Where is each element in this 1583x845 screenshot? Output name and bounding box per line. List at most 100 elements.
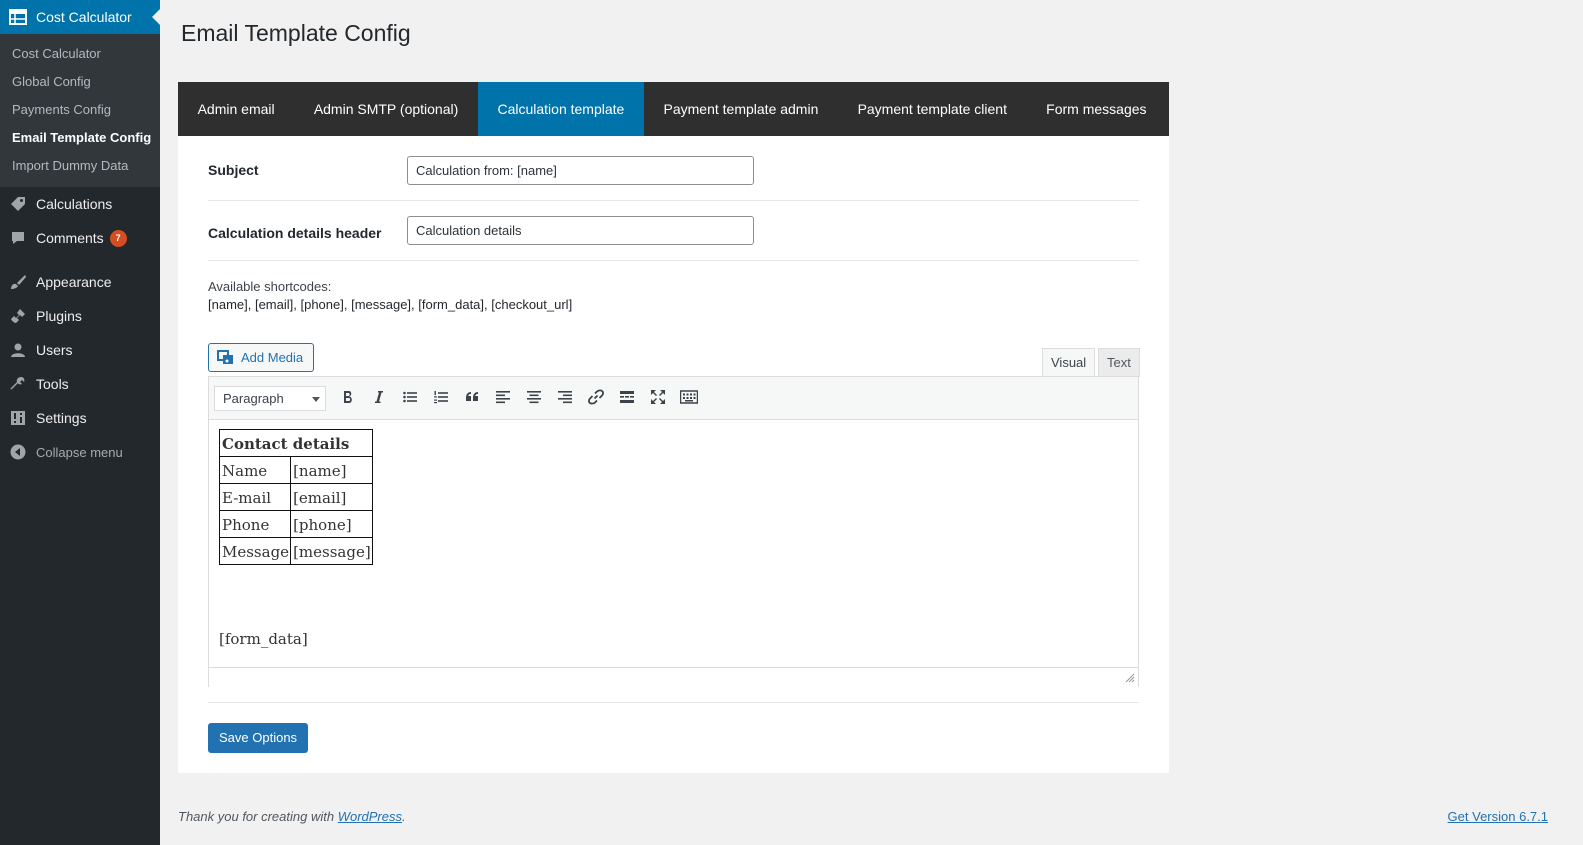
fullscreen-button[interactable] xyxy=(642,383,673,413)
calculator-table-icon xyxy=(0,9,36,25)
user-icon xyxy=(0,342,36,358)
bullet-list-button[interactable] xyxy=(394,383,425,413)
details-header-label: Calculation details header xyxy=(208,225,382,241)
tab-visual[interactable]: Visual xyxy=(1042,348,1096,377)
table-cell-label: Phone xyxy=(218,510,292,538)
table-row: Name [name] xyxy=(218,456,373,484)
get-version-link[interactable]: Get Version 6.7.1 xyxy=(1448,809,1548,824)
add-media-label: Add Media xyxy=(241,350,304,365)
bold-button[interactable] xyxy=(332,383,363,413)
tab-admin-email[interactable]: Admin email xyxy=(178,82,294,136)
format-select-value: Paragraph xyxy=(223,390,284,406)
table-cell-value: [phone] xyxy=(290,510,373,538)
table-cell-value: [email] xyxy=(290,483,373,511)
fullscreen-icon xyxy=(650,389,666,408)
editor-content[interactable]: Contact details Name [name] E-mail [email]… xyxy=(209,420,1138,667)
sidebar-item-comments[interactable]: Comments 7 xyxy=(0,221,160,255)
link-icon xyxy=(587,388,604,408)
bullet-list-icon xyxy=(402,389,418,408)
table-row: Message [message] xyxy=(218,537,373,565)
submenu-payments-config[interactable]: Payments Config xyxy=(0,96,160,124)
comments-count-badge: 7 xyxy=(109,229,127,247)
collapse-arrow-icon xyxy=(0,444,36,460)
table-cell-label: Message xyxy=(218,537,292,565)
read-more-button[interactable] xyxy=(611,383,642,413)
tab-admin-smtp[interactable]: Admin SMTP (optional) xyxy=(294,82,478,136)
sidebar-item-label: Tools xyxy=(36,376,69,392)
add-media-button[interactable]: Add Media xyxy=(208,343,315,372)
link-button[interactable] xyxy=(580,383,611,413)
submenu-import-dummy-data[interactable]: Import Dummy Data xyxy=(0,152,160,180)
blockquote-icon xyxy=(464,389,480,408)
admin-sidebar: Cost Calculator Cost Calculator Global C… xyxy=(0,0,160,845)
editor-toolbar: Paragraph xyxy=(209,377,1138,420)
sidebar-item-users[interactable]: Users xyxy=(0,333,160,367)
footer-thanks-suffix: . xyxy=(402,809,406,824)
submenu-global-config[interactable]: Global Config xyxy=(0,68,160,96)
divider xyxy=(208,702,1139,703)
align-left-button[interactable] xyxy=(487,383,518,413)
sidebar-item-label: Appearance xyxy=(36,274,112,290)
details-header-input[interactable] xyxy=(407,216,754,245)
sidebar-item-cost-calculator-header[interactable]: Cost Calculator xyxy=(0,0,160,34)
table-cell-value: [message] xyxy=(290,537,373,565)
numbered-list-icon xyxy=(433,389,449,408)
align-center-button[interactable] xyxy=(518,383,549,413)
subject-input[interactable] xyxy=(407,156,754,185)
rich-text-editor: Paragraph Contact details Name [name] E-… xyxy=(208,376,1139,688)
divider xyxy=(208,260,1139,261)
table-row: E-mail [email] xyxy=(218,483,373,511)
wordpress-link[interactable]: WordPress xyxy=(338,809,402,824)
table-cell-label: E-mail xyxy=(218,483,292,511)
media-icon xyxy=(217,349,235,366)
align-center-icon xyxy=(526,389,542,408)
bold-icon xyxy=(340,389,356,408)
save-options-button[interactable]: Save Options xyxy=(208,723,309,753)
submenu-cost-calculator[interactable]: Cost Calculator xyxy=(0,40,160,68)
footer-thanks: Thank you for creating with WordPress. xyxy=(178,809,406,824)
editor-statusbar xyxy=(209,667,1138,688)
submenu-email-template-config[interactable]: Email Template Config xyxy=(0,124,160,152)
tab-calculation-template[interactable]: Calculation template xyxy=(477,82,644,136)
align-right-icon xyxy=(557,389,573,408)
tab-payment-template-admin[interactable]: Payment template admin xyxy=(644,82,838,136)
sidebar-item-label: Comments xyxy=(36,230,104,246)
tab-form-messages[interactable]: Form messages xyxy=(1027,82,1167,136)
wrench-icon xyxy=(0,375,36,393)
sidebar-item-label: Settings xyxy=(36,410,87,426)
sidebar-item-label: Users xyxy=(36,342,73,358)
settings-sliders-icon xyxy=(0,410,36,426)
align-right-button[interactable] xyxy=(549,383,580,413)
sidebar-item-appearance[interactable]: Appearance xyxy=(0,265,160,299)
toolbar-toggle-icon xyxy=(679,389,698,408)
numbered-list-button[interactable] xyxy=(425,383,456,413)
table-row: Phone [phone] xyxy=(218,510,373,538)
sidebar-item-calculations[interactable]: Calculations xyxy=(0,187,160,221)
resize-handle-icon[interactable] xyxy=(1125,671,1135,686)
subject-label: Subject xyxy=(208,162,259,178)
align-left-icon xyxy=(495,389,511,408)
plugin-icon xyxy=(0,307,36,325)
current-menu-arrow xyxy=(152,9,160,25)
settings-panel: Subject Calculation details header Avail… xyxy=(178,136,1169,773)
italic-button[interactable] xyxy=(363,383,394,413)
collapse-menu-label: Collapse menu xyxy=(36,444,123,460)
tab-text[interactable]: Text xyxy=(1098,348,1140,377)
contact-details-table: Contact details Name [name] E-mail [email]… xyxy=(218,429,373,565)
shortcodes-label: Available shortcodes: xyxy=(208,279,332,294)
tab-payment-template-client[interactable]: Payment template client xyxy=(838,82,1027,136)
shortcodes-list: [name], [email], [phone], [message], [fo… xyxy=(208,297,573,312)
sidebar-item-label: Plugins xyxy=(36,308,82,324)
sidebar-item-plugins[interactable]: Plugins xyxy=(0,299,160,333)
sidebar-item-tools[interactable]: Tools xyxy=(0,367,160,401)
blockquote-button[interactable] xyxy=(456,383,487,413)
form-data-shortcode: [form_data] xyxy=(219,630,308,648)
table-cell-value: [name] xyxy=(290,456,373,484)
toolbar-toggle-button[interactable] xyxy=(673,383,704,413)
sidebar-item-settings[interactable]: Settings xyxy=(0,401,160,435)
format-select[interactable]: Paragraph xyxy=(214,385,326,411)
paintbrush-icon xyxy=(0,273,36,291)
collapse-menu-button[interactable]: Collapse menu xyxy=(0,435,160,469)
chevron-down-icon xyxy=(312,396,320,402)
cost-calculator-submenu: Cost Calculator Global Config Payments C… xyxy=(0,34,160,187)
